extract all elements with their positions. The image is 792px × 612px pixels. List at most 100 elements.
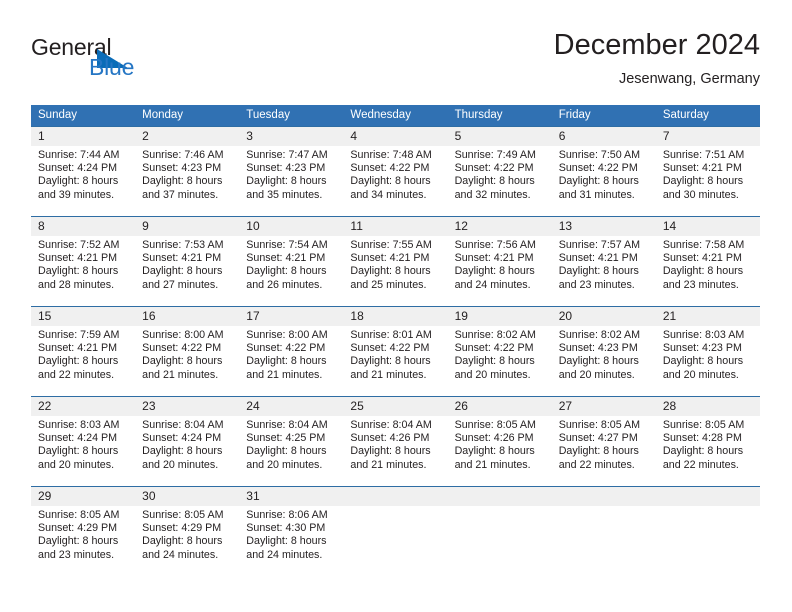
sunset-text: Sunset: 4:27 PM: [558, 432, 638, 445]
day-detail-cell: Sunrise: 7:59 AM Sunset: 4:21 PM Daylight:…: [31, 326, 135, 385]
day-cell[interactable]: 29: [31, 487, 135, 506]
day-detail-cell: Sunrise: 7:50 AM Sunset: 4:22 PM Daylight:…: [552, 146, 656, 205]
daylight-text-line2: and 27 minutes.: [142, 278, 219, 291]
day-number: 27: [558, 399, 573, 413]
day-cell[interactable]: 9: [135, 217, 239, 236]
day-cell[interactable]: 2: [135, 127, 239, 146]
daylight-text-line1: Daylight: 8 hours: [662, 265, 744, 278]
daylight-text-line2: and 24 minutes.: [142, 548, 219, 561]
day-cell[interactable]: 12: [448, 217, 552, 236]
day-cell[interactable]: 6: [552, 127, 656, 146]
sunrise-text: Sunrise: 7:55 AM: [350, 239, 432, 251]
day-number: 20: [558, 309, 573, 323]
day-number: 26: [454, 399, 468, 413]
sunset-text: Sunset: 4:21 PM: [662, 252, 742, 265]
week-separator: [31, 475, 760, 486]
daylight-text-line1: Daylight: 8 hours: [350, 445, 431, 458]
daylight-text-line1: Daylight: 8 hours: [142, 355, 223, 368]
day-detail-cell: Sunrise: 8:00 AM Sunset: 4:22 PM Daylight:…: [135, 326, 239, 385]
week-detail-strip: Sunrise: 7:44 AM Sunset: 4:24 PM Daylight:…: [31, 146, 760, 205]
day-cell[interactable]: 8: [31, 217, 135, 236]
day-number: 7: [662, 129, 670, 143]
day-cell[interactable]: 14: [656, 217, 760, 236]
day-cell[interactable]: 10: [239, 217, 343, 236]
day-cell[interactable]: 7: [656, 127, 760, 146]
daylight-text-line1: Daylight: 8 hours: [142, 265, 223, 278]
day-cell[interactable]: 11: [343, 217, 447, 236]
daylight-text-line2: and 31 minutes.: [558, 188, 635, 201]
daylight-text-line2: and 21 minutes.: [350, 368, 427, 381]
day-cell[interactable]: 25: [343, 397, 447, 416]
day-cell[interactable]: 4: [343, 127, 447, 146]
day-cell[interactable]: 26: [448, 397, 552, 416]
day-detail: Sunrise: 8:04 AM Sunset: 4:26 PM Daylight:…: [343, 416, 447, 472]
day-cell[interactable]: 27: [552, 397, 656, 416]
day-cell[interactable]: 31: [239, 487, 343, 506]
daylight-text-line2: and 22 minutes.: [38, 368, 115, 381]
day-cell[interactable]: 1: [31, 127, 135, 146]
day-cell[interactable]: 16: [135, 307, 239, 326]
daylight-text-line1: Daylight: 8 hours: [246, 175, 327, 188]
day-cell[interactable]: 23: [135, 397, 239, 416]
calendar-week-row: 29 30 31 Sunrise: 8:05 AM Sunset: 4:29 PM…: [31, 486, 760, 565]
day-cell[interactable]: 28: [656, 397, 760, 416]
day-detail: Sunrise: 7:47 AM Sunset: 4:23 PM Daylight:…: [239, 146, 343, 202]
day-cell[interactable]: 5: [448, 127, 552, 146]
day-detail-cell-empty: [448, 506, 552, 565]
daylight-text-line2: and 20 minutes.: [142, 458, 219, 471]
day-detail: Sunrise: 7:50 AM Sunset: 4:22 PM Daylight:…: [552, 146, 656, 202]
sunrise-text: Sunrise: 8:01 AM: [350, 329, 432, 341]
day-cell[interactable]: 22: [31, 397, 135, 416]
day-cell[interactable]: 13: [552, 217, 656, 236]
day-cell[interactable]: 30: [135, 487, 239, 506]
day-detail-cell: Sunrise: 8:03 AM Sunset: 4:23 PM Daylight:…: [656, 326, 760, 385]
day-detail-cell: Sunrise: 7:53 AM Sunset: 4:21 PM Daylight:…: [135, 236, 239, 295]
week-daynumber-strip: 15 16 17 18 19 20 21: [31, 306, 760, 326]
day-number: 6: [558, 129, 566, 143]
sunrise-text: Sunrise: 7:58 AM: [662, 239, 745, 251]
day-cell[interactable]: 18: [343, 307, 447, 326]
day-detail: Sunrise: 7:57 AM Sunset: 4:21 PM Daylight:…: [552, 236, 656, 292]
day-detail: Sunrise: 8:01 AM Sunset: 4:22 PM Daylight:…: [343, 326, 447, 382]
day-detail-cell: Sunrise: 8:01 AM Sunset: 4:22 PM Daylight:…: [343, 326, 447, 385]
day-detail-cell: Sunrise: 7:49 AM Sunset: 4:22 PM Daylight:…: [448, 146, 552, 205]
day-detail: Sunrise: 7:59 AM Sunset: 4:21 PM Daylight:…: [31, 326, 135, 382]
general-blue-logo[interactable]: General Blue: [31, 34, 201, 92]
sunrise-text: Sunrise: 8:04 AM: [246, 419, 328, 431]
weekday-header-cell: Friday: [552, 105, 656, 126]
daylight-text-line2: and 20 minutes.: [454, 368, 531, 381]
weekday-label-friday: Friday: [558, 109, 591, 121]
day-cell[interactable]: 17: [239, 307, 343, 326]
week-detail-strip: Sunrise: 7:59 AM Sunset: 4:21 PM Daylight:…: [31, 326, 760, 385]
day-detail-cell: Sunrise: 7:46 AM Sunset: 4:23 PM Daylight:…: [135, 146, 239, 205]
sunrise-text: Sunrise: 8:02 AM: [558, 329, 641, 341]
sunrise-text: Sunrise: 8:04 AM: [350, 419, 432, 431]
weekday-header-cell: Saturday: [656, 105, 760, 126]
day-detail: Sunrise: 7:54 AM Sunset: 4:21 PM Daylight:…: [239, 236, 343, 292]
sunset-text: Sunset: 4:26 PM: [454, 432, 534, 445]
day-detail-cell: Sunrise: 7:51 AM Sunset: 4:21 PM Daylight:…: [656, 146, 760, 205]
day-cell[interactable]: 20: [552, 307, 656, 326]
daylight-text-line1: Daylight: 8 hours: [38, 355, 119, 368]
sunset-text: Sunset: 4:22 PM: [558, 162, 638, 175]
day-detail-cell: Sunrise: 8:04 AM Sunset: 4:26 PM Daylight:…: [343, 416, 447, 475]
day-number: 15: [38, 309, 52, 323]
day-cell[interactable]: 21: [656, 307, 760, 326]
daylight-text-line2: and 21 minutes.: [350, 458, 427, 471]
calendar-page: General Blue December 2024 Jesenwang, Ge…: [0, 0, 792, 612]
daylight-text-line2: and 28 minutes.: [38, 278, 115, 291]
day-cell[interactable]: 19: [448, 307, 552, 326]
day-cell[interactable]: 3: [239, 127, 343, 146]
day-cell[interactable]: 24: [239, 397, 343, 416]
day-detail: Sunrise: 8:06 AM Sunset: 4:30 PM Daylight:…: [239, 506, 343, 562]
daylight-text-line1: Daylight: 8 hours: [38, 265, 119, 278]
day-detail: Sunrise: 8:04 AM Sunset: 4:25 PM Daylight:…: [239, 416, 343, 472]
day-detail: Sunrise: 7:58 AM Sunset: 4:21 PM Daylight:…: [656, 236, 760, 292]
day-cell[interactable]: 15: [31, 307, 135, 326]
day-detail: Sunrise: 8:00 AM Sunset: 4:22 PM Daylight:…: [239, 326, 343, 382]
sunset-text: Sunset: 4:21 PM: [454, 252, 534, 265]
weekday-label-saturday: Saturday: [662, 109, 709, 121]
sunset-text: Sunset: 4:21 PM: [142, 252, 222, 265]
sunrise-text: Sunrise: 8:04 AM: [142, 419, 224, 431]
sunrise-text: Sunrise: 7:59 AM: [38, 329, 120, 341]
